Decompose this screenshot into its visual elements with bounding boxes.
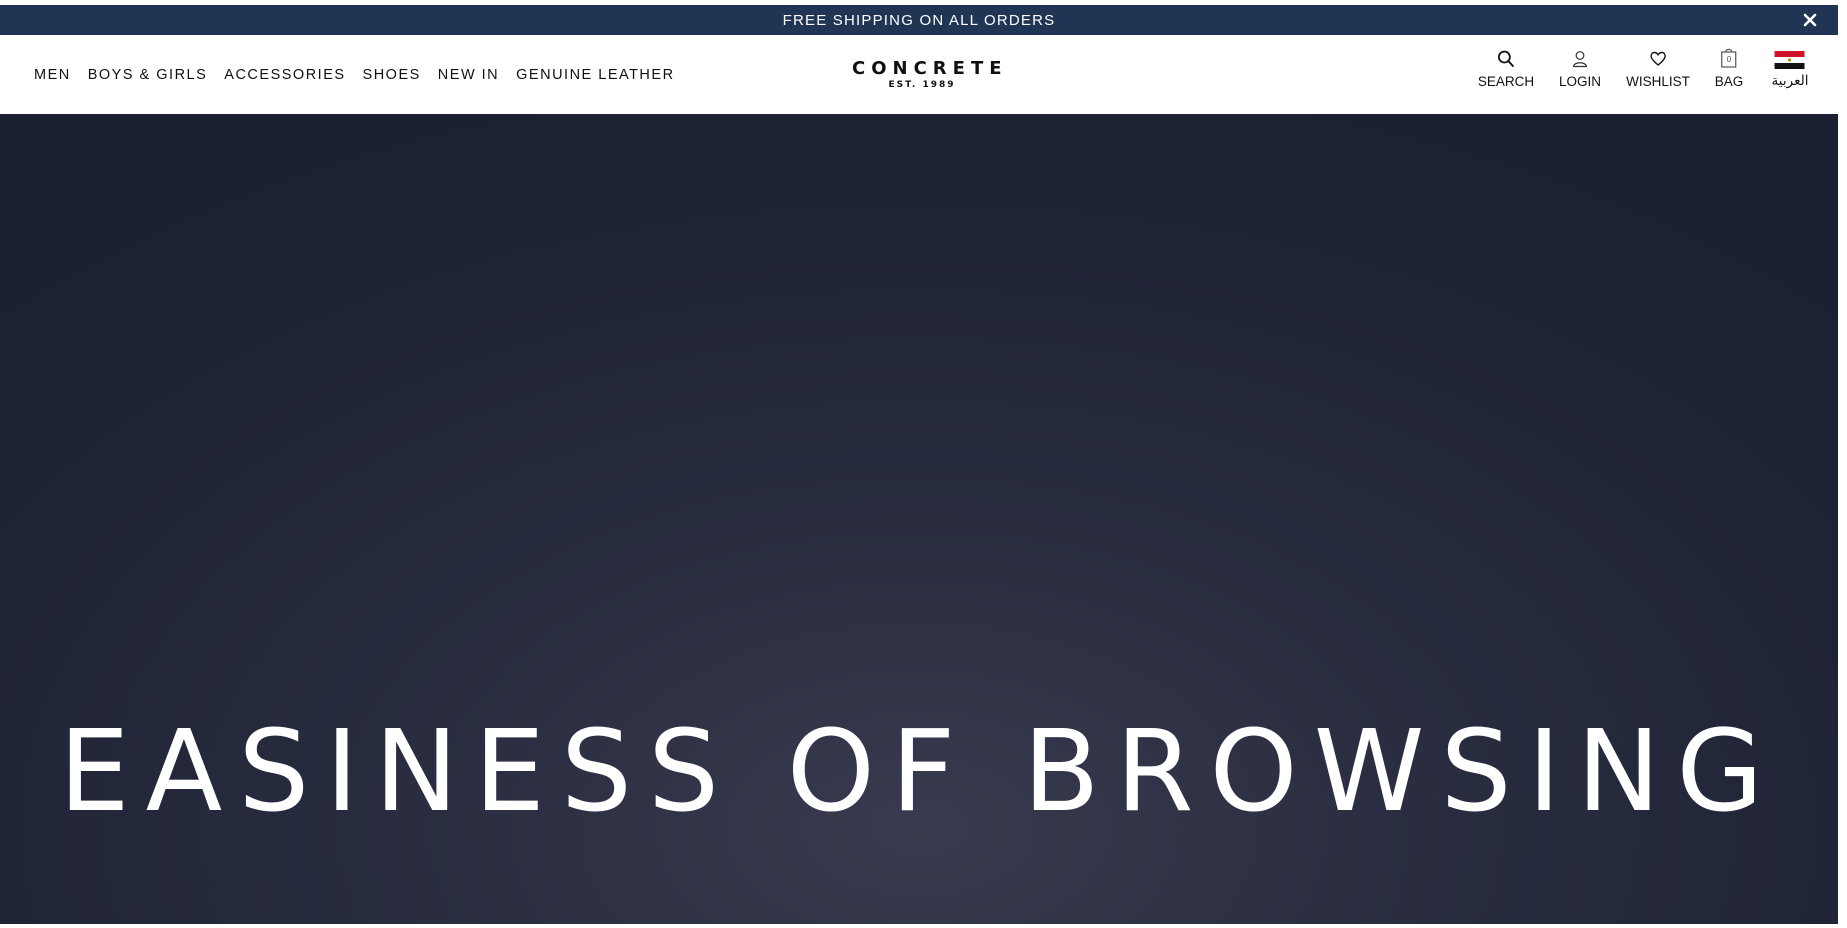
announcement-text: FREE SHIPPING ON ALL ORDERS (782, 11, 1056, 29)
bag-count: 0 (1726, 55, 1732, 64)
nav-item-accessories[interactable]: ACCESSORIES (224, 67, 345, 83)
bag-button[interactable]: 0 BAG (1714, 46, 1744, 89)
language-switch[interactable]: العربية (1771, 51, 1809, 89)
site-header: MEN BOYS & GIRLS ACCESSORIES SHOES NEW I… (1, 35, 1838, 114)
hero-banner[interactable]: EASINESS OF BROWSING (0, 114, 1838, 924)
language-label: العربية (1771, 73, 1809, 88)
nav-item-genuine-leather[interactable]: GENUINE LEATHER (516, 67, 674, 83)
logo-name: CONCRETE (852, 58, 1008, 79)
announcement-bar: FREE SHIPPING ON ALL ORDERS (0, 5, 1838, 35)
nav-item-shoes[interactable]: SHOES (363, 67, 421, 83)
nav-item-men[interactable]: MEN (34, 67, 71, 83)
search-icon (1497, 49, 1515, 69)
search-button[interactable]: SEARCH (1478, 49, 1534, 89)
heart-icon (1649, 49, 1667, 69)
nav-item-new-in[interactable]: NEW IN (438, 67, 499, 83)
page: FREE SHIPPING ON ALL ORDERS MEN BOYS & G… (0, 0, 1847, 928)
login-button[interactable]: LOGIN (1559, 49, 1601, 89)
user-icon (1571, 49, 1589, 69)
nav-item-boys-girls[interactable]: BOYS & GIRLS (88, 67, 208, 83)
hero-title: EASINESS OF BROWSING (58, 707, 1780, 837)
egypt-flag-icon (1775, 51, 1805, 69)
login-label: LOGIN (1558, 74, 1602, 89)
bag-label: BAG (1714, 74, 1744, 89)
site-logo[interactable]: CONCRETE EST. 1989 (846, 58, 1008, 91)
wishlist-button[interactable]: WISHLIST (1626, 49, 1690, 89)
logo-tagline: EST. 1989 (888, 80, 956, 90)
main-nav: MEN BOYS & GIRLS ACCESSORIES SHOES NEW I… (34, 35, 692, 114)
wishlist-label: WISHLIST (1626, 74, 1690, 89)
bag-icon: 0 (1720, 46, 1738, 69)
close-icon[interactable] (1802, 12, 1818, 28)
window-edge (1838, 0, 1847, 928)
search-label: SEARCH (1477, 74, 1535, 89)
